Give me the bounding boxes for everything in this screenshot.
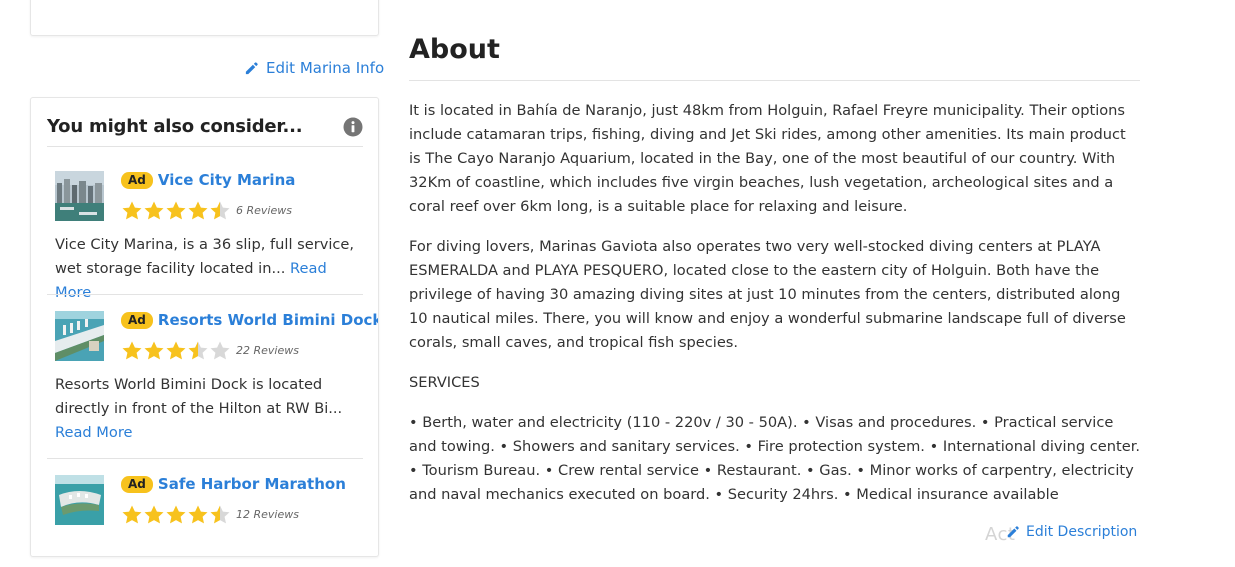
star-full-icon xyxy=(144,505,164,524)
star-full-icon xyxy=(166,341,186,360)
review-count: 6 Reviews xyxy=(236,204,292,217)
star-full-icon xyxy=(144,201,164,220)
star-half-icon xyxy=(210,201,230,220)
marina-thumbnail[interactable] xyxy=(55,475,104,525)
marina-name-link[interactable]: Resorts World Bimini Dock xyxy=(158,311,378,329)
info-icon[interactable] xyxy=(343,117,363,137)
marina-thumbnail[interactable] xyxy=(55,171,104,221)
edit-marina-info-link[interactable]: Edit Marina Info xyxy=(244,59,384,77)
read-more-link[interactable]: Read More xyxy=(55,424,133,441)
marina-thumbnail[interactable] xyxy=(55,311,104,361)
services-list: • Berth, water and electricity (110 - 22… xyxy=(409,414,1141,503)
about-paragraph: For diving lovers, Marinas Gaviota also … xyxy=(409,238,1126,351)
marina-description: Resorts World Bimini Dock is located dir… xyxy=(55,373,360,445)
star-full-icon xyxy=(166,201,186,220)
marina-description-text: Resorts World Bimini Dock is located dir… xyxy=(55,376,343,417)
consider-title: You might also consider... xyxy=(47,116,303,137)
you-might-also-consider-panel: You might also consider... Ad Vice City … xyxy=(30,97,379,557)
about-paragraph: It is located in Bahía de Naranjo, just … xyxy=(409,102,1126,215)
marina-name-link[interactable]: Vice City Marina xyxy=(158,171,295,189)
star-full-icon xyxy=(122,505,142,524)
review-count: 22 Reviews xyxy=(236,344,299,357)
about-body: It is located in Bahía de Naranjo, just … xyxy=(409,99,1140,507)
divider xyxy=(47,294,363,295)
ad-badge: Ad xyxy=(121,311,153,329)
star-full-icon xyxy=(144,341,164,360)
star-half-icon xyxy=(210,505,230,524)
marina-info-card xyxy=(30,0,379,36)
star-full-icon xyxy=(122,201,142,220)
star-full-icon xyxy=(122,341,142,360)
edit-description-link[interactable]: Edit Description xyxy=(1006,524,1137,540)
star-full-icon xyxy=(188,505,208,524)
review-count: 12 Reviews xyxy=(236,508,299,521)
pencil-icon xyxy=(245,61,258,74)
consider-header: You might also consider... xyxy=(47,116,363,147)
star-rating: 12 Reviews xyxy=(121,504,299,525)
star-full-icon xyxy=(188,201,208,220)
pencil-icon xyxy=(1007,526,1019,538)
edit-marina-info-label: Edit Marina Info xyxy=(266,59,385,77)
services-heading: SERVICES xyxy=(409,374,480,391)
divider xyxy=(47,458,363,459)
star-full-icon xyxy=(166,505,186,524)
star-half-icon xyxy=(188,341,208,360)
edit-description-label: Edit Description xyxy=(1026,524,1138,540)
star-rating: 22 Reviews xyxy=(121,340,299,361)
star-empty-icon xyxy=(210,341,230,360)
ad-badge: Ad xyxy=(121,171,153,189)
about-heading: About xyxy=(409,30,1140,81)
about-section: About It is located in Bahía de Naranjo,… xyxy=(409,30,1140,523)
ad-badge: Ad xyxy=(121,475,153,493)
star-rating: 6 Reviews xyxy=(121,200,292,221)
marina-name-link[interactable]: Safe Harbor Marathon xyxy=(158,475,346,493)
